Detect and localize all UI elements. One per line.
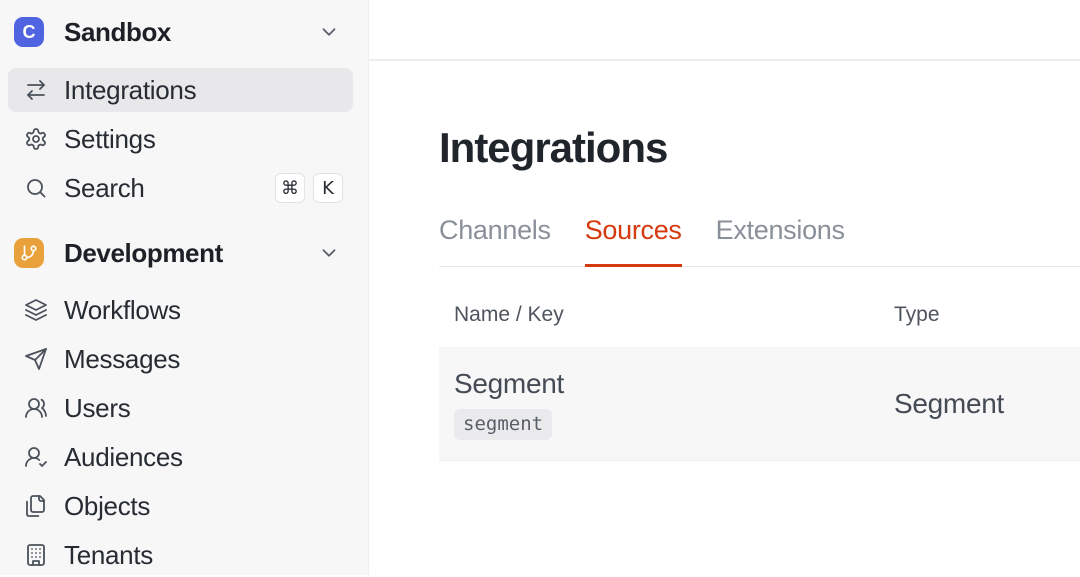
search-shortcut: ⌘ K [275, 173, 343, 203]
workspace-logo: C [14, 17, 44, 47]
sidebar-item-label: Messages [64, 343, 181, 374]
sidebar-item-search[interactable]: Search ⌘ K [8, 166, 353, 210]
app-window: C Sandbox Integrations Settings Search ⌘… [0, 0, 1080, 575]
page-title: Integrations [439, 124, 668, 171]
sidebar-item-audiences[interactable]: Audiences [8, 435, 353, 479]
sidebar-item-label: Settings [64, 123, 156, 154]
git-branch-icon [14, 238, 44, 268]
sidebar-item-label: Users [64, 392, 131, 423]
tab-sources[interactable]: Sources [584, 215, 682, 268]
sidebar-section-label: Development [64, 237, 223, 268]
layers-icon [24, 298, 48, 322]
table-row[interactable]: Segment segment Segment [439, 347, 1080, 462]
swap-arrows-icon [24, 78, 48, 102]
source-key-badge: segment [454, 408, 553, 440]
name-key-cell: Segment segment [439, 368, 894, 440]
sources-table: Name / Key Type Segment segment Segment [439, 267, 1080, 462]
sidebar-item-label: Integrations [64, 74, 197, 105]
sidebar-item-label: Workflows [64, 294, 181, 325]
command-keycap: ⌘ [275, 173, 305, 203]
sidebar-item-settings[interactable]: Settings [8, 117, 353, 161]
sidebar: C Sandbox Integrations Settings Search ⌘… [0, 0, 369, 575]
sidebar-item-label: Objects [64, 490, 151, 521]
sidebar-item-label: Audiences [64, 441, 183, 472]
sidebar-item-tenants[interactable]: Tenants [8, 533, 353, 577]
sidebar-section-development[interactable]: Development [0, 231, 368, 275]
sidebar-item-objects[interactable]: Objects [8, 484, 353, 528]
k-keycap: K [313, 173, 343, 203]
source-name: Segment [454, 367, 564, 399]
column-header-name-key: Name / Key [454, 303, 564, 327]
search-icon [24, 176, 48, 200]
sidebar-item-users[interactable]: Users [8, 386, 353, 430]
sidebar-item-messages[interactable]: Messages [8, 337, 353, 381]
workspace-name: Sandbox [64, 16, 171, 47]
table-header: Name / Key Type [439, 267, 1080, 347]
paper-plane-icon [24, 347, 48, 371]
tab-channels[interactable]: Channels [439, 215, 551, 267]
chevron-down-icon [318, 242, 340, 264]
sidebar-item-workflows[interactable]: Workflows [8, 288, 353, 332]
building-icon [24, 543, 48, 567]
gear-icon [24, 127, 48, 151]
main-content: Integrations Channels Sources Extensions… [369, 61, 1080, 462]
users-icon [24, 396, 48, 420]
copy-pages-icon [24, 494, 48, 518]
top-bar [369, 0, 1080, 61]
user-check-icon [24, 445, 48, 469]
sidebar-item-integrations[interactable]: Integrations [8, 68, 353, 112]
type-cell: Segment [894, 387, 1004, 419]
tab-extensions[interactable]: Extensions [716, 215, 845, 267]
chevron-down-icon [318, 21, 340, 43]
main-area: Integrations Channels Sources Extensions… [369, 0, 1080, 575]
tab-bar: Channels Sources Extensions [439, 215, 1080, 268]
workspace-switcher[interactable]: C Sandbox [0, 14, 368, 50]
sidebar-item-label: Search [64, 172, 145, 203]
sidebar-item-label: Tenants [64, 539, 153, 570]
column-header-type: Type [894, 303, 940, 327]
